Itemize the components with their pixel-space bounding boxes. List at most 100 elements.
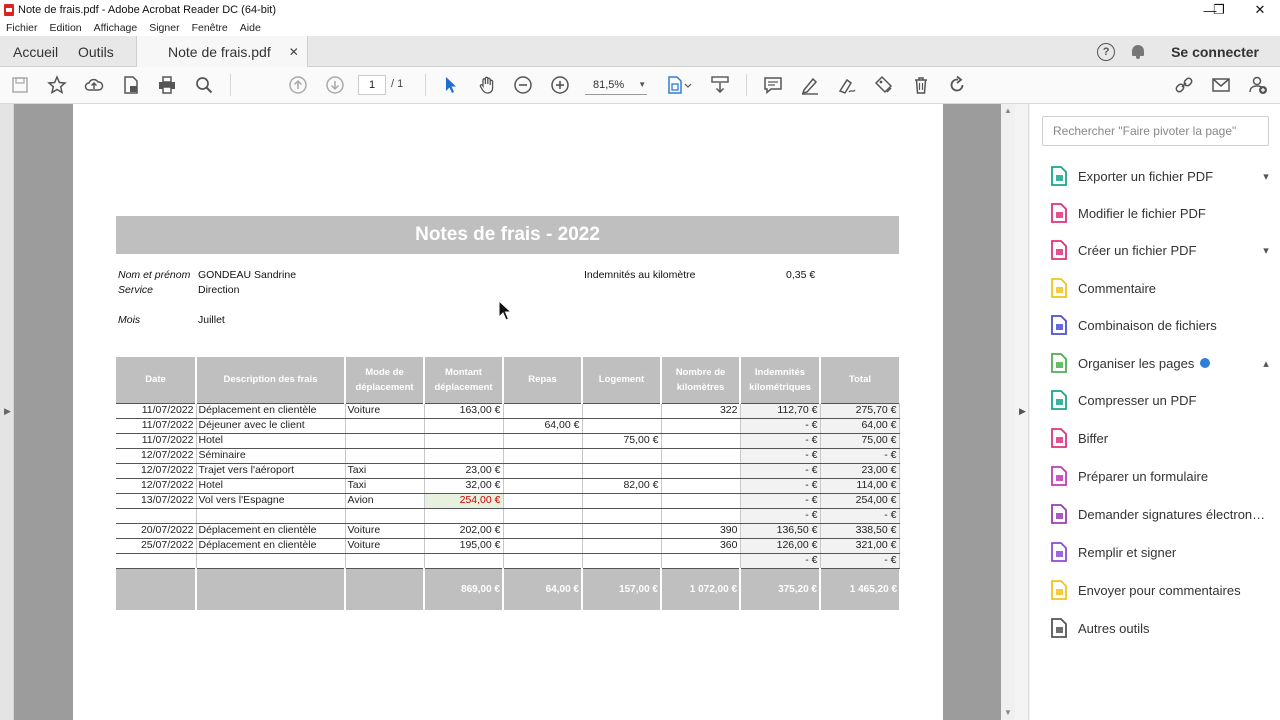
tool-item[interactable]: Organiser les pages ▴ <box>1048 351 1273 375</box>
tool-item[interactable]: Biffer <box>1048 426 1273 450</box>
email-icon[interactable] <box>1210 74 1232 96</box>
zoom-out-icon[interactable] <box>512 74 534 96</box>
tool-item-label: Modifier le fichier PDF <box>1078 205 1206 221</box>
table-cell: 23,00 € <box>820 463 900 479</box>
table-cell <box>582 508 662 524</box>
save-icon[interactable] <box>9 74 31 96</box>
tool-item-label: Combinaison de fichiers <box>1078 317 1217 333</box>
maximize-button[interactable]: ❐ <box>1201 0 1237 20</box>
notification-bell-icon[interactable] <box>1131 44 1145 60</box>
right-pane-toggle[interactable]: ▶ <box>1015 104 1029 720</box>
tool-item[interactable]: Envoyer pour commentaires <box>1048 578 1273 602</box>
menu-aide[interactable]: Aide <box>240 22 261 34</box>
zoom-search-icon[interactable] <box>193 74 215 96</box>
stamp-icon[interactable] <box>872 74 894 96</box>
table-row: 25/07/2022 Déplacement en clientèle Voitur… <box>116 538 900 554</box>
vertical-scrollbar[interactable]: ▲ ▼ <box>1001 104 1015 720</box>
comment-icon[interactable] <box>762 74 784 96</box>
km-rate-label: Indemnités au kilomètre <box>584 269 696 281</box>
table-cell <box>345 448 425 464</box>
table-cell <box>661 418 741 434</box>
table-cell: 25/07/2022 <box>116 538 197 554</box>
close-window-button[interactable]: ✕ <box>1242 0 1278 20</box>
help-icon[interactable]: ? <box>1097 42 1116 61</box>
tool-item[interactable]: Exporter un fichier PDF ▾ <box>1048 164 1273 188</box>
chevron-down-icon: ▼ <box>638 80 647 89</box>
table-cell: Séminaire <box>196 448 346 464</box>
tool-item[interactable]: Remplir et signer <box>1048 540 1273 564</box>
table-cell <box>116 508 197 524</box>
name-value: GONDEAU Sandrine <box>198 269 297 281</box>
tool-item[interactable]: Demander signatures électron… <box>1048 502 1273 526</box>
zoom-in-icon[interactable] <box>549 74 571 96</box>
zoom-select[interactable]: 81,5% ▼ <box>585 75 647 95</box>
hand-tool-icon[interactable] <box>476 74 498 96</box>
menu-fichier[interactable]: Fichier <box>6 22 38 34</box>
table-cell: 275,70 € <box>820 402 900 419</box>
menu-fenetre[interactable]: Fenêtre <box>192 22 228 34</box>
close-tab-icon[interactable]: ✕ <box>289 45 299 59</box>
page-fit-icon[interactable] <box>664 74 694 96</box>
total-cell: 64,00 € <box>503 568 583 610</box>
menu-affichage[interactable]: Affichage <box>94 22 138 34</box>
sign-icon[interactable] <box>836 74 858 96</box>
highlight-pen-icon[interactable] <box>799 74 821 96</box>
expand-left-pane-icon[interactable]: ▶ <box>4 406 11 417</box>
table-cell: 136,50 € <box>740 523 821 539</box>
tab-document[interactable]: Note de frais.pdf ✕ <box>136 36 308 68</box>
table-cell: 12/07/2022 <box>116 448 197 464</box>
send-comments-icon <box>1048 579 1070 601</box>
table-cell: 338,50 € <box>820 523 900 539</box>
combine-icon <box>1048 314 1070 336</box>
menu-edition[interactable]: Edition <box>50 22 82 34</box>
delete-trash-icon[interactable] <box>910 74 932 96</box>
chevron-down-icon[interactable]: ▾ <box>1259 244 1273 257</box>
page-number-input[interactable]: 1 <box>358 75 386 95</box>
table-cell: - € <box>740 553 821 569</box>
table-cell <box>424 418 504 434</box>
scroll-up-icon[interactable]: ▲ <box>1004 106 1012 115</box>
add-user-icon[interactable] <box>1247 74 1269 96</box>
print-icon[interactable] <box>156 74 178 96</box>
create-pdf-icon <box>1048 239 1070 261</box>
tool-item[interactable]: Autres outils <box>1048 616 1273 640</box>
table-cell: - € <box>820 508 900 524</box>
tool-item[interactable]: Créer un fichier PDF ▾ <box>1048 238 1273 262</box>
chevron-down-icon[interactable]: ▾ <box>1259 170 1273 183</box>
tool-item[interactable]: Commentaire <box>1048 276 1273 300</box>
table-cell <box>503 478 583 494</box>
protect-file-icon[interactable] <box>120 74 142 96</box>
table-cell: 126,00 € <box>740 538 821 554</box>
upload-cloud-icon[interactable] <box>83 74 105 96</box>
table-cell: 322 <box>661 402 741 419</box>
rotate-icon[interactable] <box>946 74 968 96</box>
table-cell: Taxi <box>345 463 425 479</box>
select-cursor-icon[interactable] <box>439 74 461 96</box>
left-pane-toggle[interactable]: ▶ <box>0 104 14 720</box>
tool-item[interactable]: Compresser un PDF <box>1048 388 1273 412</box>
previous-page-icon[interactable] <box>287 74 309 96</box>
share-link-icon[interactable] <box>1173 74 1195 96</box>
tab-home[interactable]: Accueil <box>13 36 58 67</box>
next-page-icon[interactable] <box>324 74 346 96</box>
table-cell: 64,00 € <box>820 418 900 434</box>
tool-item[interactable]: Préparer un formulaire <box>1048 464 1273 488</box>
scroll-down-icon[interactable]: ▼ <box>1004 708 1012 717</box>
sign-in-button[interactable]: Se connecter <box>1171 44 1259 60</box>
tools-search-input[interactable]: Rechercher "Faire pivoter la page" <box>1042 116 1269 146</box>
table-row: 12/07/2022 Séminaire - € - € <box>116 448 900 464</box>
table-cell: - € <box>740 463 821 479</box>
scroll-mode-icon[interactable] <box>709 74 731 96</box>
table-row: - € - € <box>116 553 900 569</box>
tool-item[interactable]: Combinaison de fichiers <box>1048 313 1273 337</box>
tool-item[interactable]: Modifier le fichier PDF <box>1048 201 1273 225</box>
table-cell: - € <box>740 508 821 524</box>
table-cell: Voiture <box>345 402 425 419</box>
export-pdf-icon <box>1048 165 1070 187</box>
chevron-up-icon[interactable]: ▴ <box>1259 357 1273 370</box>
menu-signer[interactable]: Signer <box>149 22 179 34</box>
bookmark-star-icon[interactable] <box>46 74 68 96</box>
tab-tools[interactable]: Outils <box>78 36 114 67</box>
collapse-right-pane-icon[interactable]: ▶ <box>1019 406 1026 417</box>
zoom-value: 81,5% <box>593 78 625 91</box>
